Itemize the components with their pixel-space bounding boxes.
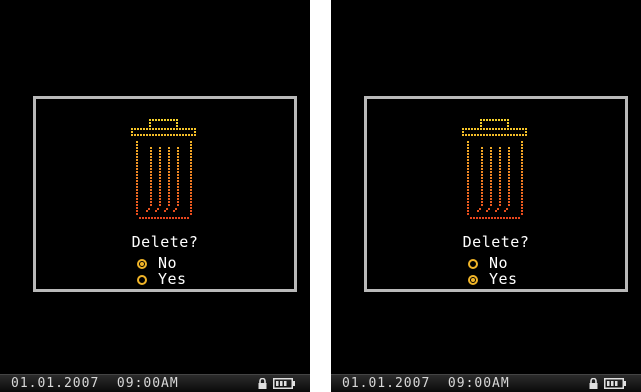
delete-dialog: Delete? No Yes <box>33 96 297 292</box>
status-bar: 01.01.2007 09:00AM <box>0 374 310 392</box>
battery-icon <box>273 378 295 389</box>
radio-unselected-icon[interactable] <box>137 274 147 285</box>
delete-prompt: Delete? <box>131 233 199 251</box>
delete-prompt: Delete? <box>462 233 530 251</box>
option-yes[interactable]: Yes <box>137 271 187 288</box>
radio-selected-icon[interactable] <box>137 258 147 269</box>
option-yes[interactable]: Yes <box>468 271 518 288</box>
trash-can-icon <box>462 119 527 219</box>
radio-unselected-icon[interactable] <box>468 258 478 269</box>
status-datetime: 01.01.2007 09:00AM <box>11 376 179 391</box>
trash-can-icon <box>131 119 196 219</box>
lock-icon <box>589 378 598 389</box>
delete-dialog: Delete? No Yes <box>364 96 628 292</box>
option-yes-label: Yes <box>158 270 187 288</box>
option-yes-label: Yes <box>489 270 518 288</box>
status-bar: 01.01.2007 09:00AM <box>331 374 641 392</box>
device-screen-left: Delete? No Yes 01.01.2007 09:00AM <box>0 0 310 392</box>
battery-icon <box>604 378 626 389</box>
radio-selected-icon[interactable] <box>468 274 478 285</box>
device-screen-right: Delete? No Yes 01.01.2007 09:00AM <box>331 0 641 392</box>
lock-icon <box>258 378 267 389</box>
status-datetime: 01.01.2007 09:00AM <box>342 376 510 391</box>
